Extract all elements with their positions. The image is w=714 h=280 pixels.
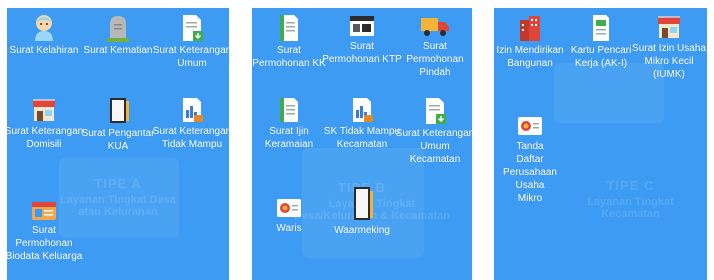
service-item-surat-permohonan-biodata-keluarga[interactable]: Surat Permohonan Biodata Keluarga xyxy=(7,200,84,263)
service-item-surat-permohonan-pindah[interactable]: Surat Permohonan Pindah xyxy=(395,14,472,79)
service-item-surat-ijin-keramaian[interactable]: Surat Ijin Keramaian xyxy=(252,97,329,151)
service-item-surat-keterangan-umum-kecamatan[interactable]: Surat Keterangan Umum Kecamatan xyxy=(395,97,472,166)
document-list-icon xyxy=(280,98,298,122)
service-item-label: Surat Kematian xyxy=(83,45,153,56)
service-panel-type-b: TIPE B Layanan Tingkat Desa/Kelurahan & … xyxy=(252,8,472,280)
document-download-icon xyxy=(183,15,203,41)
service-item-label: Surat Keterangan Tidak Mampu xyxy=(152,126,229,150)
service-item-label: Tanda Daftar Perusahaan Usaha Mikro xyxy=(503,141,557,204)
watermark-type: TIPE A xyxy=(94,176,142,191)
service-item-surat-kelahiran[interactable]: Surat Kelahiran xyxy=(7,14,84,57)
shop-icon xyxy=(33,99,55,121)
service-item-label: Surat Kelahiran xyxy=(9,45,79,56)
certificate-icon xyxy=(518,117,542,135)
service-item-label: Surat Permohonan KK xyxy=(252,45,326,69)
id-card-window-icon xyxy=(350,16,374,36)
service-item-label: Surat Permohonan Pindah xyxy=(406,41,464,78)
notebook-icon xyxy=(110,98,129,123)
service-item-label: Surat Keterangan Umum xyxy=(152,45,229,69)
service-item-label: Surat Ijin Keramaian xyxy=(264,126,314,150)
service-item-sk-tidak-mampu-kecamatan[interactable]: SK Tidak Mampu Kecamatan xyxy=(322,97,402,151)
watermark-type: TIPE C xyxy=(606,178,655,193)
service-item-waris[interactable]: Waris xyxy=(252,196,329,235)
service-item-surat-pengantar-kua[interactable]: Surat Pengantar KUA xyxy=(78,97,158,153)
tombstone-icon xyxy=(107,16,129,42)
certificate-icon xyxy=(277,199,301,217)
service-item-label: Surat Permohonan KTP xyxy=(322,41,402,65)
service-item-label: Surat Izin Usaha Mikro Kecil (IUMK) xyxy=(632,43,706,80)
service-item-surat-permohonan-ktp[interactable]: Surat Permohonan KTP xyxy=(322,14,402,66)
notebook-icon xyxy=(354,187,373,220)
moving-truck-icon xyxy=(421,18,449,36)
service-item-waarmeking[interactable]: Waarmeking xyxy=(322,186,402,237)
service-panel-type-c: TIPE C Layanan Tingkat Kecamatan Izin Me… xyxy=(494,8,707,280)
service-item-label: Surat Keterangan Domisili xyxy=(7,126,84,150)
baby-icon xyxy=(35,15,53,41)
service-item-label: Waris xyxy=(276,223,302,234)
service-item-tanda-daftar-perusahaan[interactable]: Tanda Daftar Perusahaan Usaha Mikro xyxy=(494,114,570,205)
service-item-surat-izin-usaha-mikro-kecil[interactable]: Surat Izin Usaha Mikro Kecil (IUMK) xyxy=(629,14,707,81)
service-item-label: Surat Keterangan Umum Kecamatan xyxy=(395,128,472,165)
service-item-izin-mendirikan-bangunan[interactable]: Izin Mendirikan Bangunan xyxy=(494,14,570,70)
service-item-surat-keterangan-tidak-mampu[interactable]: Surat Keterangan Tidak Mampu xyxy=(152,97,229,151)
service-item-surat-kematian[interactable]: Surat Kematian xyxy=(78,14,158,57)
document-list-icon xyxy=(280,15,298,41)
chart-document-icon xyxy=(183,98,203,122)
service-item-label: Waarmeking xyxy=(334,225,390,236)
document-download-icon xyxy=(426,98,446,124)
service-item-label: Surat Permohonan Biodata Keluarga xyxy=(7,225,83,262)
chart-document-icon xyxy=(353,98,373,122)
shop-icon xyxy=(658,16,680,38)
service-item-surat-permohonan-kk[interactable]: Surat Permohonan KK xyxy=(252,14,329,70)
service-item-label: Izin Mendirikan Bangunan xyxy=(496,45,564,69)
document-list-icon xyxy=(593,15,609,41)
building-icon xyxy=(520,16,540,41)
service-item-surat-keterangan-umum[interactable]: Surat Keterangan Umum xyxy=(152,14,229,70)
service-item-label: Surat Pengantar KUA xyxy=(81,128,155,152)
watermark-subtitle: Layanan Tingkat Kecamatan xyxy=(587,196,674,220)
service-item-surat-keterangan-domisili[interactable]: Surat Keterangan Domisili xyxy=(7,97,84,151)
id-card-icon xyxy=(32,202,56,220)
service-item-label: SK Tidak Mampu Kecamatan xyxy=(323,126,401,150)
service-panel-type-a: TIPE A Layanan Tingkat Desa atau Kelurah… xyxy=(7,8,229,280)
